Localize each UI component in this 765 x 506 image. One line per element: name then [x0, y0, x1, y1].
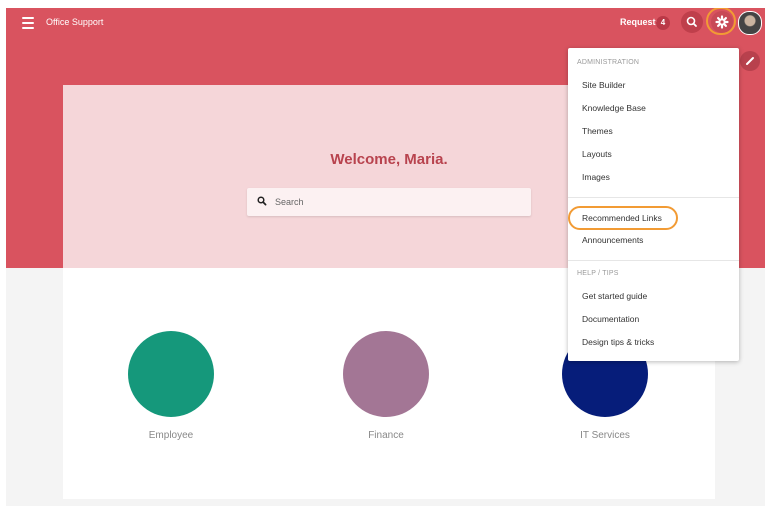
- category-circle: [128, 331, 214, 417]
- menu-item-images[interactable]: Images: [582, 172, 610, 182]
- top-bar: Office Support Requests 4: [6, 8, 765, 40]
- search-input[interactable]: Search: [247, 188, 531, 216]
- menu-divider: [568, 197, 739, 198]
- pencil-icon: [746, 57, 754, 65]
- menu-item-design-tips[interactable]: Design tips & tricks: [582, 337, 654, 347]
- category-label: Employee: [148, 430, 194, 441]
- avatar[interactable]: [738, 11, 762, 35]
- category-employee[interactable]: Employee: [91, 331, 251, 441]
- menu-section-help-tips: HELP / TIPS: [577, 270, 619, 277]
- menu-item-layouts[interactable]: Layouts: [582, 149, 612, 159]
- category-label: IT Services: [580, 430, 630, 441]
- menu-icon[interactable]: [22, 17, 34, 29]
- category-label: Finance: [368, 430, 404, 441]
- menu-section-administration: ADMINISTRATION: [577, 59, 640, 66]
- menu-item-documentation[interactable]: Documentation: [582, 314, 639, 324]
- settings-dropdown-menu: ADMINISTRATION Site Builder Knowledge Ba…: [568, 48, 739, 361]
- search-button[interactable]: [681, 11, 703, 33]
- edit-button[interactable]: [740, 51, 760, 71]
- category-finance[interactable]: Finance: [306, 331, 466, 441]
- app-title: Office Support: [46, 17, 104, 27]
- menu-divider: [568, 260, 739, 261]
- menu-item-knowledge-base[interactable]: Knowledge Base: [582, 103, 646, 113]
- category-circle: [343, 331, 429, 417]
- menu-item-themes[interactable]: Themes: [582, 126, 613, 136]
- menu-item-recommended-links[interactable]: Recommended Links: [582, 213, 662, 223]
- menu-item-get-started-guide[interactable]: Get started guide: [582, 291, 647, 301]
- gear-highlight-ring: [706, 8, 736, 35]
- search-icon: [257, 196, 267, 206]
- requests-count-badge: 4: [656, 16, 670, 30]
- search-placeholder: Search: [275, 197, 304, 207]
- menu-item-site-builder[interactable]: Site Builder: [582, 80, 625, 90]
- menu-item-announcements[interactable]: Announcements: [582, 235, 643, 245]
- search-icon: [686, 16, 697, 27]
- requests-link[interactable]: Requests: [620, 17, 661, 27]
- page: Office Support Requests 4 Welcome, Maria…: [6, 8, 765, 506]
